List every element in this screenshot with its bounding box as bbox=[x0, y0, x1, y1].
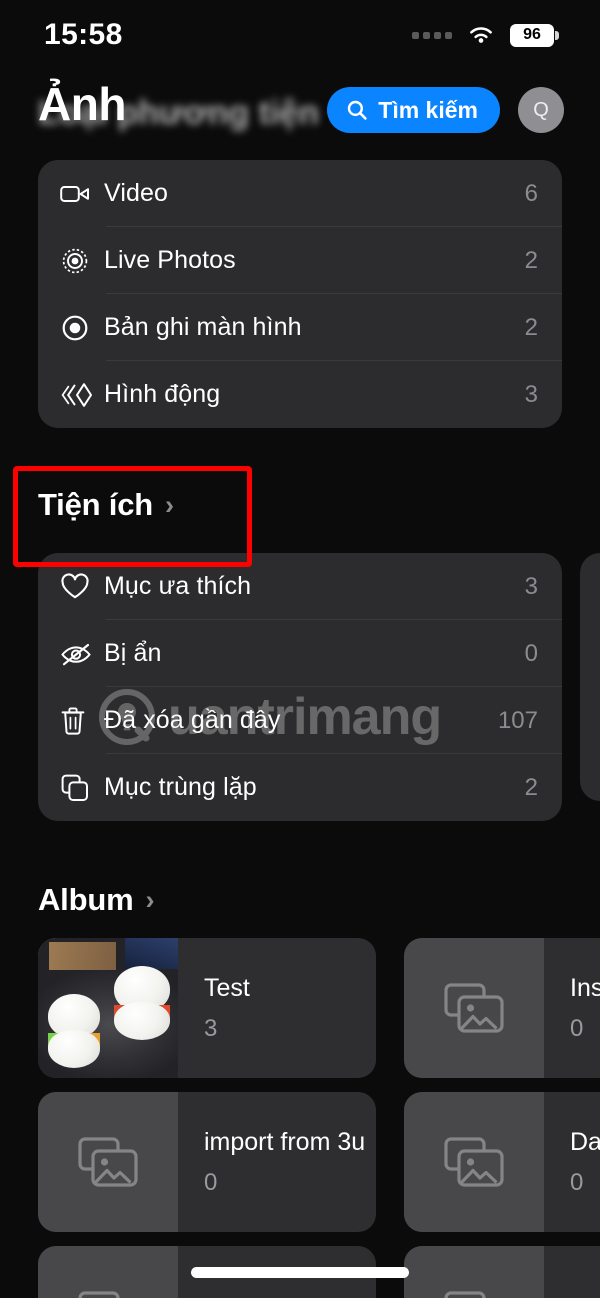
battery-indicator: 96 bbox=[510, 23, 559, 47]
album-card[interactable]: Insta 0 bbox=[404, 938, 600, 1078]
media-type-label: Bản ghi màn hình bbox=[104, 313, 302, 341]
album-thumbnail bbox=[38, 938, 178, 1078]
utilities-card-next-page[interactable] bbox=[580, 553, 600, 801]
media-type-row-video[interactable]: Video 6 bbox=[38, 160, 562, 227]
chevron-right-icon: › bbox=[164, 489, 174, 520]
media-type-row-animated[interactable]: Hình động 3 bbox=[38, 361, 562, 428]
media-type-label: Video bbox=[104, 179, 168, 207]
media-type-label: Hình động bbox=[104, 380, 221, 408]
album-card[interactable]: Dazz 0 bbox=[404, 1092, 600, 1232]
album-thumbnail bbox=[38, 1092, 178, 1232]
page-title: Ảnh bbox=[38, 78, 126, 130]
albums-section-label: Album bbox=[38, 882, 134, 917]
chevron-right-icon: › bbox=[145, 884, 155, 915]
heart-icon bbox=[60, 573, 104, 600]
utility-row-recently-deleted[interactable]: Đã xóa gần đây 107 bbox=[38, 687, 562, 754]
album-card[interactable]: Test 3 bbox=[38, 938, 376, 1078]
search-button-label: Tìm kiếm bbox=[378, 96, 478, 123]
eye-slash-icon bbox=[60, 642, 104, 666]
search-icon bbox=[348, 100, 367, 120]
photo-placeholder-icon bbox=[78, 1137, 138, 1187]
search-button[interactable]: Tìm kiếm bbox=[327, 87, 500, 133]
cellular-dots-icon bbox=[412, 31, 452, 39]
media-type-count: 2 bbox=[524, 246, 538, 274]
photos-app-screen: 15:58 96 Loại phương tiện › Ảnh bbox=[0, 0, 600, 1298]
album-count: 0 bbox=[204, 1168, 218, 1196]
media-type-label: Live Photos bbox=[104, 246, 236, 274]
status-bar-time: 15:58 bbox=[44, 18, 123, 51]
utilities-section-label: Tiện ích bbox=[38, 487, 153, 522]
media-type-count: 6 bbox=[524, 179, 538, 207]
duplicate-icon bbox=[60, 773, 104, 803]
avatar[interactable]: Q bbox=[518, 87, 564, 133]
trash-icon bbox=[60, 706, 104, 736]
album-count: 0 bbox=[570, 1168, 584, 1196]
album-name: Insta bbox=[570, 973, 600, 1002]
album-thumbnail bbox=[404, 1092, 544, 1232]
photo-placeholder-icon bbox=[444, 983, 504, 1033]
battery-level-text: 96 bbox=[523, 26, 541, 43]
photo-placeholder-icon bbox=[444, 1137, 504, 1187]
utilities-card: Mục ưa thích 3 Bị ẩn 0 Đã xóa gần đây 10… bbox=[38, 553, 562, 821]
wifi-icon bbox=[470, 27, 492, 43]
utility-label: Mục trùng lặp bbox=[104, 773, 257, 801]
avatar-initial: Q bbox=[533, 98, 549, 121]
utility-count: 0 bbox=[524, 639, 538, 667]
utility-row-hidden[interactable]: Bị ẩn 0 bbox=[38, 620, 562, 687]
utility-row-duplicates[interactable]: Mục trùng lặp 2 bbox=[38, 754, 562, 821]
live-photo-icon bbox=[60, 246, 104, 276]
album-card[interactable]: import from 3u 0 bbox=[38, 1092, 376, 1232]
utility-count: 3 bbox=[524, 572, 538, 600]
utility-label: Đã xóa gần đây bbox=[104, 706, 281, 734]
animated-icon bbox=[60, 381, 104, 409]
media-type-count: 2 bbox=[524, 313, 538, 341]
album-name: Test bbox=[204, 973, 250, 1002]
utility-label: Bị ẩn bbox=[104, 639, 162, 667]
album-thumbnail bbox=[404, 938, 544, 1078]
album-count: 3 bbox=[204, 1014, 218, 1042]
album-count: 0 bbox=[570, 1014, 584, 1042]
album-name: Dazz bbox=[570, 1127, 600, 1156]
app-header: Loại phương tiện › Ảnh Tìm kiếm Q bbox=[0, 72, 600, 138]
status-bar: 15:58 96 bbox=[0, 0, 600, 70]
album-card[interactable]: CapC bbox=[404, 1246, 600, 1298]
home-indicator[interactable] bbox=[191, 1267, 409, 1278]
album-thumbnail bbox=[404, 1246, 544, 1298]
utility-label: Mục ưa thích bbox=[104, 572, 252, 600]
album-thumbnail bbox=[38, 1246, 178, 1298]
albums-section-header[interactable]: Album › bbox=[38, 882, 154, 918]
album-name: import from 3u bbox=[204, 1127, 366, 1156]
utility-count: 2 bbox=[524, 773, 538, 801]
album-cover-photo bbox=[38, 938, 178, 1078]
media-type-row-live-photos[interactable]: Live Photos 2 bbox=[38, 227, 562, 294]
screen-recording-icon bbox=[60, 313, 104, 343]
media-type-row-screen-recording[interactable]: Bản ghi màn hình 2 bbox=[38, 294, 562, 361]
utilities-section-header[interactable]: Tiện ích › bbox=[38, 487, 174, 523]
media-type-count: 3 bbox=[524, 380, 538, 408]
photo-placeholder-icon bbox=[78, 1291, 120, 1298]
video-camera-icon bbox=[60, 183, 104, 205]
media-types-card: Video 6 Live Photos 2 Bản ghi màn hình 2… bbox=[38, 160, 562, 428]
utility-count: 107 bbox=[497, 706, 538, 734]
utility-row-favorites[interactable]: Mục ưa thích 3 bbox=[38, 553, 562, 620]
photo-placeholder-icon bbox=[444, 1291, 486, 1298]
